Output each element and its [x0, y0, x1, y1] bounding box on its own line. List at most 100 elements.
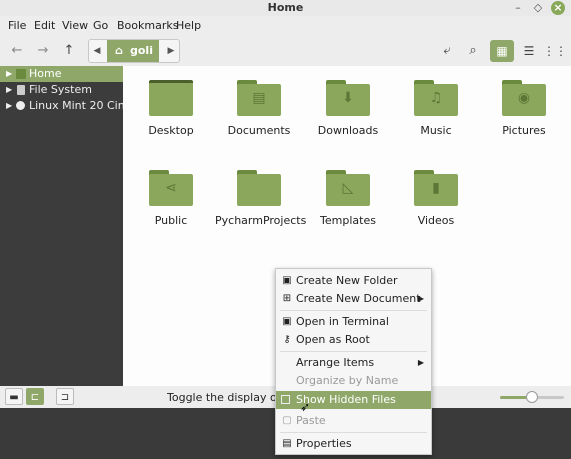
key-icon: ⚷: [283, 334, 291, 345]
path-left-icon[interactable]: ◀: [89, 40, 105, 62]
sidebar-item-home[interactable]: ▶ Home: [0, 66, 123, 82]
videos-folder-icon: ▮: [414, 170, 458, 206]
expand-arrow-icon[interactable]: ▶: [6, 82, 12, 98]
sidebar-item-linux-mint[interactable]: ▶ Linux Mint 20 Cinnamon: [0, 98, 123, 114]
path-bar: ◀ ⌂ goli ▶: [88, 39, 180, 63]
new-folder-icon: ▣: [282, 275, 292, 286]
public-folder-icon: ⋖: [149, 170, 193, 206]
menu-item-label: Properties: [296, 437, 352, 450]
menu-bar: File Edit View Go Bookmarks Help: [0, 16, 571, 36]
menu-item-label: Open in Terminal: [296, 315, 389, 328]
desktop-folder-icon: [149, 80, 193, 116]
menu-item-label: Arrange Items: [296, 356, 375, 369]
menu-properties[interactable]: ▤ Properties: [276, 435, 431, 453]
show-tree-button[interactable]: ⊏: [26, 388, 44, 405]
sidebar-item-label: File System: [29, 83, 92, 96]
sidebar-item-label: Home: [29, 67, 62, 80]
drive-icon: [17, 85, 25, 95]
show-places-button[interactable]: ▬: [5, 388, 23, 405]
expand-arrow-icon[interactable]: ▶: [6, 66, 12, 82]
file-item-downloads[interactable]: ⬇ Downloads: [304, 80, 392, 137]
new-document-icon: ⊞: [282, 293, 292, 304]
file-item-public[interactable]: ⋖ Public: [127, 170, 215, 227]
close-icon[interactable]: ×: [551, 1, 565, 15]
zoom-slider-knob[interactable]: [526, 391, 538, 403]
file-item-music[interactable]: ♫ Music: [392, 80, 480, 137]
expand-arrow-icon[interactable]: ▶: [6, 98, 12, 114]
downloads-folder-icon: ⬇: [326, 80, 370, 116]
menu-bookmarks[interactable]: Bookmarks: [117, 19, 178, 32]
zoom-slider[interactable]: [500, 391, 564, 403]
sidebar-item-file-system[interactable]: ▶ File System: [0, 82, 123, 98]
file-label: PycharmProjects: [215, 214, 307, 227]
path-home-button[interactable]: ⌂ goli: [107, 40, 159, 62]
mouse-pointer-icon: ➶: [300, 400, 311, 414]
location-toggle-icon[interactable]: ⤶: [436, 40, 458, 62]
file-label: Downloads: [317, 124, 379, 137]
title-bar: Home – ◇ ×: [0, 0, 571, 16]
menu-item-label: Show Hidden Files: [296, 393, 396, 406]
context-menu: ▣ Create New Folder ⊞ Create New Documen…: [275, 268, 432, 455]
submenu-arrow-icon: ▶: [417, 358, 424, 367]
sidebar-item-label: Linux Mint 20 Cinnamon: [29, 99, 123, 112]
menu-open-in-terminal[interactable]: ▣ Open in Terminal: [276, 313, 431, 331]
checkbox-icon[interactable]: [281, 395, 290, 404]
file-item-documents[interactable]: ▤ Documents: [215, 80, 303, 137]
menu-item-label: Paste: [296, 414, 326, 427]
menu-separator: [280, 351, 427, 352]
list-view-button[interactable]: ☰: [517, 40, 541, 62]
menu-organize-by-name: Organize by Name: [276, 372, 431, 390]
compact-view-button[interactable]: ⋮⋮: [543, 40, 567, 62]
templates-folder-icon: ◺: [326, 170, 370, 206]
menu-file[interactable]: File: [8, 19, 26, 32]
forward-icon[interactable]: →: [32, 40, 54, 62]
pictures-folder-icon: ◉: [502, 80, 546, 116]
menu-item-label: Create New Document: [296, 292, 421, 305]
terminal-icon: ▣: [282, 316, 292, 327]
icon-view-button[interactable]: ▦: [490, 40, 514, 62]
menu-paste: ▢ Paste: [276, 412, 431, 430]
disc-icon: [16, 101, 25, 110]
submenu-arrow-icon: ▶: [417, 294, 424, 303]
minimize-icon[interactable]: –: [511, 1, 525, 15]
up-icon[interactable]: ↑: [58, 40, 80, 62]
menu-view[interactable]: View: [62, 19, 88, 32]
file-item-videos[interactable]: ▮ Videos: [392, 170, 480, 227]
sidebar: ▶ Home ▶ File System ▶ Linux Mint 20 Cin…: [0, 66, 123, 386]
menu-go[interactable]: Go: [93, 19, 108, 32]
file-label: Templates: [320, 214, 376, 227]
menu-item-label: Open as Root: [296, 333, 370, 346]
home-icon: [16, 69, 26, 79]
file-label: Public: [154, 214, 188, 227]
file-item-desktop[interactable]: Desktop: [127, 80, 215, 137]
menu-open-as-root[interactable]: ⚷ Open as Root: [276, 331, 431, 349]
file-item-templates[interactable]: ◺ Templates: [304, 170, 392, 227]
search-icon[interactable]: ⌕: [462, 40, 484, 62]
file-item-pictures[interactable]: ◉ Pictures: [480, 80, 568, 137]
file-label: Music: [420, 124, 452, 137]
menu-create-new-document[interactable]: ⊞ Create New Document ▶: [276, 290, 431, 308]
paste-icon: ▢: [282, 415, 292, 426]
file-item-pycharmprojects[interactable]: PycharmProjects: [215, 170, 307, 227]
home-icon: ⌂: [115, 44, 123, 57]
menu-item-label: Organize by Name: [296, 374, 399, 387]
menu-help[interactable]: Help: [176, 19, 201, 32]
file-label: Pictures: [502, 124, 546, 137]
menu-item-label: Create New Folder: [296, 274, 398, 287]
documents-folder-icon: ▤: [237, 80, 281, 116]
properties-icon: ▤: [282, 438, 292, 449]
menu-create-new-folder[interactable]: ▣ Create New Folder: [276, 272, 431, 290]
hide-sidebar-button[interactable]: ⊐: [56, 388, 74, 405]
file-label: Documents: [227, 124, 291, 137]
toolbar: ← → ↑ ◀ ⌂ goli ▶ ⤶ ⌕ ▦ ☰ ⋮⋮: [0, 36, 571, 66]
menu-arrange-items[interactable]: Arrange Items ▶: [276, 354, 431, 372]
maximize-icon[interactable]: ◇: [531, 1, 545, 15]
menu-separator: [280, 432, 427, 433]
file-label: Videos: [417, 214, 455, 227]
path-home-label: goli: [130, 44, 153, 57]
path-right-icon[interactable]: ▶: [163, 40, 179, 62]
menu-separator: [280, 310, 427, 311]
window-title: Home: [267, 1, 304, 14]
back-icon[interactable]: ←: [6, 40, 28, 62]
menu-edit[interactable]: Edit: [34, 19, 55, 32]
